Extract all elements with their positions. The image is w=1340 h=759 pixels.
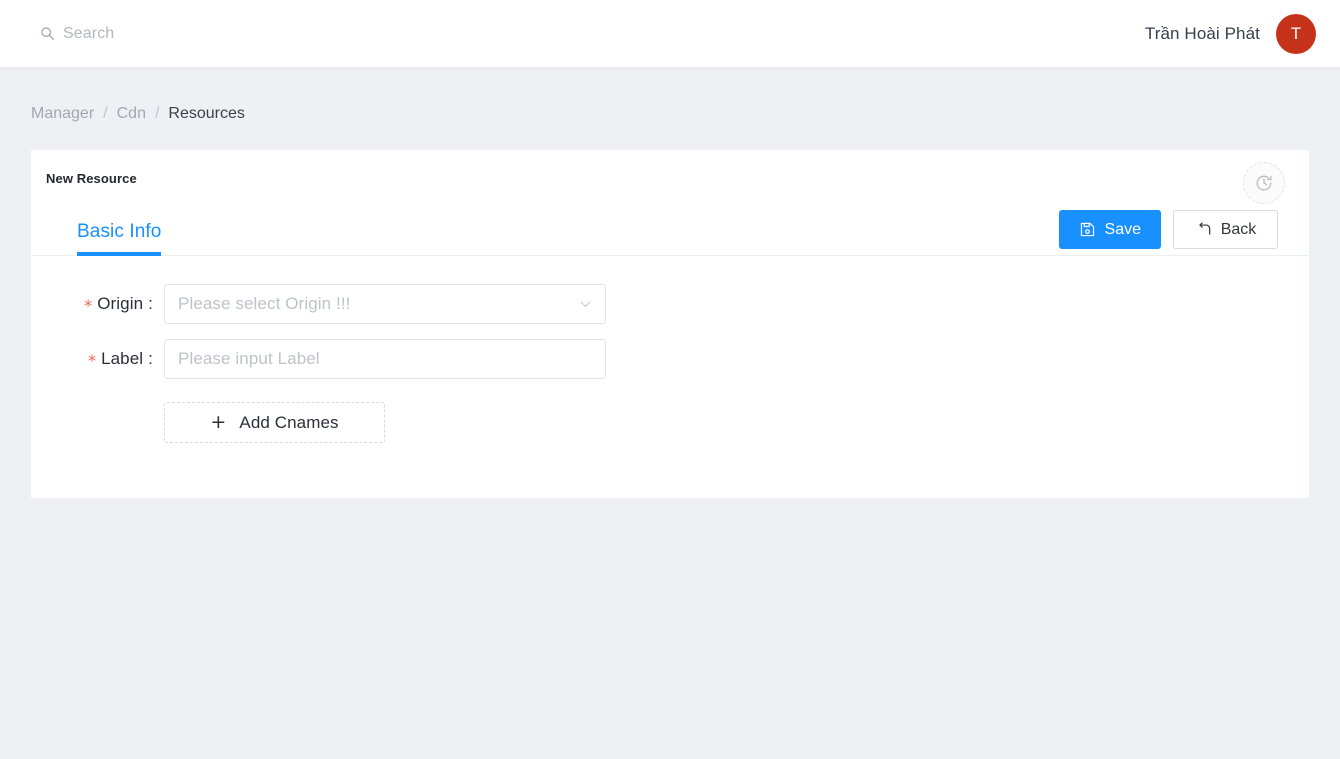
add-cnames-button-label: Add Cnames (239, 412, 339, 432)
origin-select-placeholder: Please select Origin !!! (178, 294, 351, 313)
tab-basic-info-label: Basic Info (77, 221, 162, 242)
plus-icon: + (210, 411, 227, 433)
form-row-label: * Label: (31, 339, 1309, 379)
avatar[interactable]: T (1276, 13, 1316, 54)
origin-select[interactable]: Please select Origin !!! (164, 284, 606, 324)
breadcrumb-item-resources: Resources (168, 105, 245, 122)
required-marker: * (84, 296, 93, 315)
breadcrumb-separator: / (103, 105, 108, 122)
label-input-wrapper[interactable] (164, 339, 606, 379)
breadcrumb-item-manager[interactable]: Manager (31, 105, 94, 123)
global-search[interactable]: Search (40, 25, 114, 43)
user-name-label: Trần Hoài Phát (1144, 23, 1260, 43)
back-button-label: Back (1220, 220, 1257, 238)
origin-field-label: * Origin: (31, 294, 164, 315)
tab-bar: Basic Info Save Back (31, 204, 1309, 256)
card-action-buttons: Save Back (1058, 210, 1278, 249)
add-cnames-button[interactable]: + Add Cnames (164, 402, 385, 443)
breadcrumb: Manager / Cdn / Resources (31, 105, 245, 123)
basic-info-form: * Origin: Please select Origin !!! * Label… (31, 256, 1309, 443)
label-label-text: Label (101, 349, 144, 368)
tab-basic-info[interactable]: Basic Info (77, 221, 162, 256)
top-header-bar: Search Trần Hoài Phát T (0, 0, 1340, 68)
label-label-colon: : (148, 349, 153, 368)
add-cnames-row: + Add Cnames (31, 402, 1309, 443)
rollback-icon (1195, 221, 1212, 238)
breadcrumb-separator: / (154, 105, 160, 122)
card-header: New Resource (31, 150, 1309, 204)
page-title: New Resource (46, 171, 137, 186)
label-field-label: * Label: (31, 349, 164, 370)
new-resource-card: New Resource Basic Info Save Back * Orig… (31, 150, 1309, 498)
breadcrumb-item-cdn[interactable]: Cdn (117, 105, 146, 123)
back-button[interactable]: Back (1173, 210, 1278, 249)
chevron-down-icon (578, 297, 593, 312)
origin-label-colon: : (148, 294, 153, 313)
save-button-label: Save (1104, 220, 1141, 238)
save-button[interactable]: Save (1058, 210, 1161, 249)
clock-history-icon (1254, 173, 1274, 193)
form-label-spacer (31, 402, 164, 443)
required-marker: * (87, 351, 97, 370)
form-row-origin: * Origin: Please select Origin !!! (31, 284, 1309, 324)
origin-label-text: Origin (97, 294, 144, 313)
save-icon (1079, 221, 1096, 238)
label-input[interactable] (178, 349, 592, 369)
search-icon (40, 26, 55, 41)
user-menu[interactable]: Trần Hoài Phát T (1144, 13, 1316, 54)
search-placeholder-text: Search (63, 24, 115, 42)
history-button[interactable] (1243, 162, 1285, 204)
